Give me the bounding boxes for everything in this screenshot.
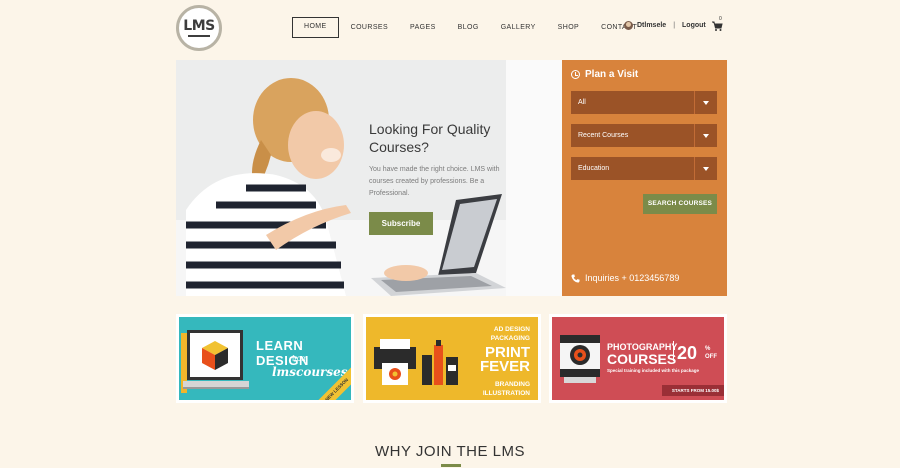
banner-print-fever: FEVER [479,358,530,375]
heading-underline [441,464,461,467]
plan-visit-panel: Plan a Visit All Recent Courses Educatio… [562,60,727,296]
main-nav: HOME COURSES PAGES BLOG GALLERY SHOP CON… [292,17,648,38]
sort-select-value: Recent Courses [578,132,629,139]
monitor-graphic [187,330,243,380]
banner-design-title: LEARN DESIGN [256,338,309,368]
photography-course-banner[interactable]: PHOTOGRAPHY COURSES 20 % OFF Special tra… [549,314,727,403]
search-courses-button[interactable]: SEARCH COURSES [643,194,717,214]
hero-title: Looking For Quality Courses? [369,121,491,155]
separator: | [673,22,676,29]
banner-print-branding: BRANDING [494,381,530,388]
topic-select-value: Education [578,165,610,172]
banner-design-from: from [292,354,308,363]
banner-photo-courses: COURSES [607,351,677,367]
sort-select[interactable]: Recent Courses [571,124,717,147]
banner-design-brand: lmscourses [272,365,348,379]
logout-link[interactable]: Logout [682,22,706,29]
banner-photo-pct-sign: % [705,346,711,352]
category-select[interactable]: All [571,91,717,114]
cube-icon [202,341,228,370]
logo-text: LMS [183,18,215,34]
phone-icon [571,273,580,283]
username[interactable]: Dtlmsele [637,22,666,29]
inquiries-line: Inquiries + 0123456789 [571,273,679,283]
design-course-banner[interactable]: LEARN DESIGN from lmscourses NEW LESSON [176,314,354,403]
printer-icon [374,339,458,385]
banner-photo-note: Special training included with this pack… [607,368,700,373]
banner-print-packaging: PACKAGING [490,335,530,342]
site-logo[interactable]: LMS [176,5,222,51]
nav-home[interactable]: HOME [292,17,339,38]
print-course-banner[interactable]: AD DESIGN PACKAGING PRINT FEVER BRANDING… [363,314,541,403]
banner-print-illustration: ILLUSTRATION [482,390,530,397]
category-select-value: All [578,99,586,106]
why-join-heading: WHY JOIN THE LMS [375,443,525,460]
subscribe-button[interactable]: Subscribe [369,212,433,235]
banner-photo-divider [673,341,674,361]
nav-blog[interactable]: BLOG [447,17,490,38]
nav-courses[interactable]: COURSES [340,17,399,38]
plan-visit-heading: Plan a Visit [571,69,638,80]
banner-photo-price: STARTS FROM 15.00$ [661,385,724,396]
topic-select[interactable]: Education [571,157,717,180]
clock-icon [571,70,580,79]
cart-count: 0 [719,16,722,22]
plan-visit-title: Plan a Visit [585,69,639,80]
banner-print-title: PRINT FEVER [479,345,530,375]
banner-photo-percent: 20 [677,343,698,363]
hero-description: You have made the right choice. LMS with… [369,166,500,197]
logo-underline [188,35,210,37]
keyboard-graphic [183,381,249,389]
banner-print-subtitle: AD DESIGN PACKAGING [491,325,530,343]
chevron-down-icon[interactable] [694,91,717,114]
user-area: Dtlmsele | Logout [624,21,706,30]
banner-photo-title: PHOTOGRAPHY COURSES [607,342,677,366]
nav-gallery[interactable]: GALLERY [490,17,547,38]
nav-pages[interactable]: PAGES [399,17,447,38]
inquiries-text: Inquiries + 0123456789 [585,273,680,283]
camera-icon [560,335,600,383]
banner-print-ad-design: AD DESIGN [493,326,530,333]
banner-photo-off: % OFF [705,345,717,361]
avatar[interactable] [624,21,633,30]
chevron-down-icon[interactable] [694,157,717,180]
nav-shop[interactable]: SHOP [547,17,590,38]
banner-photo-off-text: OFF [705,354,717,360]
chevron-down-icon[interactable] [694,124,717,147]
banner-print-footer: BRANDING ILLUSTRATION [483,380,530,398]
